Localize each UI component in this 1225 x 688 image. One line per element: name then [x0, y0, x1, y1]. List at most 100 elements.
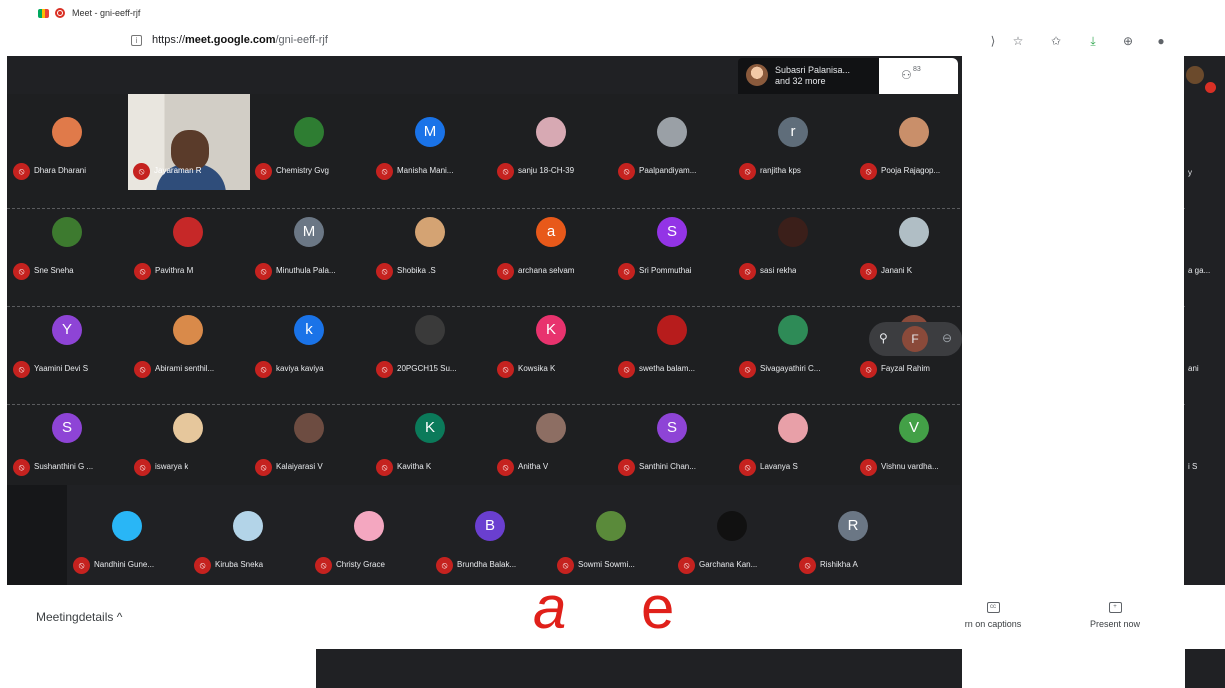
participant-tile[interactable]: ⦸ Dhara Dharani [7, 94, 125, 188]
participant-tile[interactable]: ⦸ Pooja Rajagop... [854, 94, 972, 188]
more-options-icon[interactable]: ⊖ [942, 331, 952, 345]
participant-avatar: K [415, 413, 445, 443]
captions-button[interactable]: cc rn on captions [958, 600, 1028, 629]
participant-name: Sowmi Sowmi... [578, 560, 635, 569]
address-bar[interactable]: i https://meet.google.com/gni-eeff-rjf ⟩… [0, 26, 1225, 56]
url-text[interactable]: https://meet.google.com/gni-eeff-rjf [152, 34, 328, 46]
mic-muted-icon: ⦸ [678, 557, 695, 574]
tile-hover-controls[interactable]: ⚲ F ⊖ [869, 322, 962, 356]
mic-muted-icon: ⦸ [497, 459, 514, 476]
microphone-permission-icon[interactable]: ⟩ [985, 33, 1001, 49]
participant-avatar [536, 413, 566, 443]
mic-muted-icon: ⦸ [860, 263, 877, 280]
mic-muted-icon: ⦸ [255, 163, 272, 180]
participant-avatar [899, 217, 929, 247]
captions-icon: cc [986, 602, 1000, 613]
collections-icon[interactable]: ⊕ [1120, 33, 1136, 49]
participant-name: Shobika .S [397, 266, 436, 275]
mic-muted-icon: ⦸ [134, 361, 151, 378]
mic-muted-icon: ⦸ [13, 361, 30, 378]
participant-name: Anitha V [518, 462, 549, 471]
participant-avatar [717, 511, 747, 541]
download-icon[interactable]: ⤓ [1085, 33, 1101, 49]
participant-avatar [294, 117, 324, 147]
mic-muted-icon: ⦸ [618, 163, 635, 180]
participant-name: 20PGCH15 Su... [397, 364, 457, 373]
participant-avatar [294, 413, 324, 443]
participant-name: Garchana Kan... [699, 560, 758, 569]
participant-tile[interactable]: r ⦸ ranjitha kps [733, 94, 851, 188]
favorites-icon[interactable]: ✩ [1048, 33, 1064, 49]
profile-icon[interactable]: ● [1153, 33, 1169, 49]
mic-muted-icon: ⦸ [618, 459, 635, 476]
participant-tile[interactable]: ⦸ Sowmi Sowmi... [551, 488, 669, 582]
active-speakers-pill[interactable]: Subasri Palanisa... and 32 more [738, 58, 879, 94]
mic-muted-icon: ⦸ [255, 459, 272, 476]
participant-avatar: r [778, 117, 808, 147]
browser-tab[interactable]: Meet - gni-eeff-rjf [0, 0, 1225, 26]
people-icon: ⚇ [901, 68, 912, 82]
participant-avatar [778, 217, 808, 247]
mic-muted-icon: ⦸ [13, 163, 30, 180]
participant-avatar [657, 117, 687, 147]
participant-name: swetha balam... [639, 364, 696, 373]
speaker-name: Subasri Palanisa... [775, 65, 851, 75]
participant-avatar [354, 511, 384, 541]
participant-name: Sri Pommuthai [639, 266, 692, 275]
mic-muted-icon: ⦸ [133, 163, 150, 180]
participant-tile[interactable]: ⦸ Chemistry Gvg [249, 94, 367, 188]
participant-tile[interactable]: ⦸ Nandhini Gune... [67, 488, 185, 582]
self-avatar[interactable] [1186, 66, 1204, 84]
participant-name: Brundha Balak... [457, 560, 517, 569]
participant-avatar: R [838, 511, 868, 541]
participant-tile[interactable]: ⦸ sanju 18-CH-39 [491, 94, 609, 188]
participant-avatar [173, 413, 203, 443]
participant-name: Minuthula Pala... [276, 266, 336, 275]
participant-name-cutoff: ani [1188, 364, 1199, 373]
mic-muted-icon: ⦸ [376, 459, 393, 476]
participant-name: Paalpandiyam... [639, 166, 697, 175]
people-button[interactable]: ⚇ 83 [879, 58, 958, 94]
participant-name: Sne Sneha [34, 266, 74, 275]
participant-name: Dhara Dharani [34, 166, 87, 175]
mic-muted-icon: ⦸ [376, 263, 393, 280]
mic-muted-icon: ⦸ [255, 361, 272, 378]
mic-muted-icon: ⦸ [557, 557, 574, 574]
present-now-button[interactable]: + Present now [1080, 600, 1150, 629]
present-label: Present now [1089, 619, 1141, 629]
participant-tile[interactable]: ⦸ Kiruba Sneka [188, 488, 306, 582]
participant-avatar [52, 217, 82, 247]
participant-avatar: S [657, 413, 687, 443]
participant-name: Fayzal Rahim [881, 364, 930, 373]
video-person-head [171, 130, 209, 170]
participant-tile[interactable]: ⦸ Paalpandiyam... [612, 94, 730, 188]
side-strip [1185, 56, 1225, 585]
participant-tile[interactable]: B ⦸ Brundha Balak... [430, 488, 548, 582]
bottom-row-gap [7, 485, 67, 585]
participant-avatar: K [536, 315, 566, 345]
participant-name-cutoff: y [1188, 168, 1192, 177]
meeting-details-button[interactable]: Meetingdetails ^ [36, 610, 122, 624]
mic-muted-icon: ⦸ [618, 361, 635, 378]
participant-avatar [778, 315, 808, 345]
mic-muted-icon: ⦸ [73, 557, 90, 574]
participant-avatar [657, 315, 687, 345]
participant-name: Pavithra M [155, 266, 194, 275]
participant-avatar [173, 217, 203, 247]
participant-tile[interactable]: R ⦸ Rishikha A [793, 488, 911, 582]
participant-tile[interactable]: ⦸ Garchana Kan... [672, 488, 790, 582]
pin-icon[interactable]: ⚲ [879, 331, 888, 345]
mic-muted-icon: ⦸ [134, 459, 151, 476]
bookmark-star-icon[interactable]: ☆ [1010, 33, 1026, 49]
participant-tile[interactable]: M ⦸ Manisha Mani... [370, 94, 488, 188]
present-icon: + [1108, 602, 1122, 613]
fayzal-avatar: F [902, 326, 928, 352]
mic-muted-icon: ⦸ [255, 263, 272, 280]
page-info-icon[interactable]: i [131, 35, 142, 46]
participant-avatar: a [536, 217, 566, 247]
participant-tile[interactable]: ⦸ Christy Grace [309, 488, 427, 582]
participant-video-tile[interactable]: ⦸ Jayaraman R [128, 94, 250, 190]
url-path: /gni-eeff-rjf [275, 34, 328, 46]
participant-avatar [596, 511, 626, 541]
captions-label: rn on captions [964, 619, 1022, 629]
